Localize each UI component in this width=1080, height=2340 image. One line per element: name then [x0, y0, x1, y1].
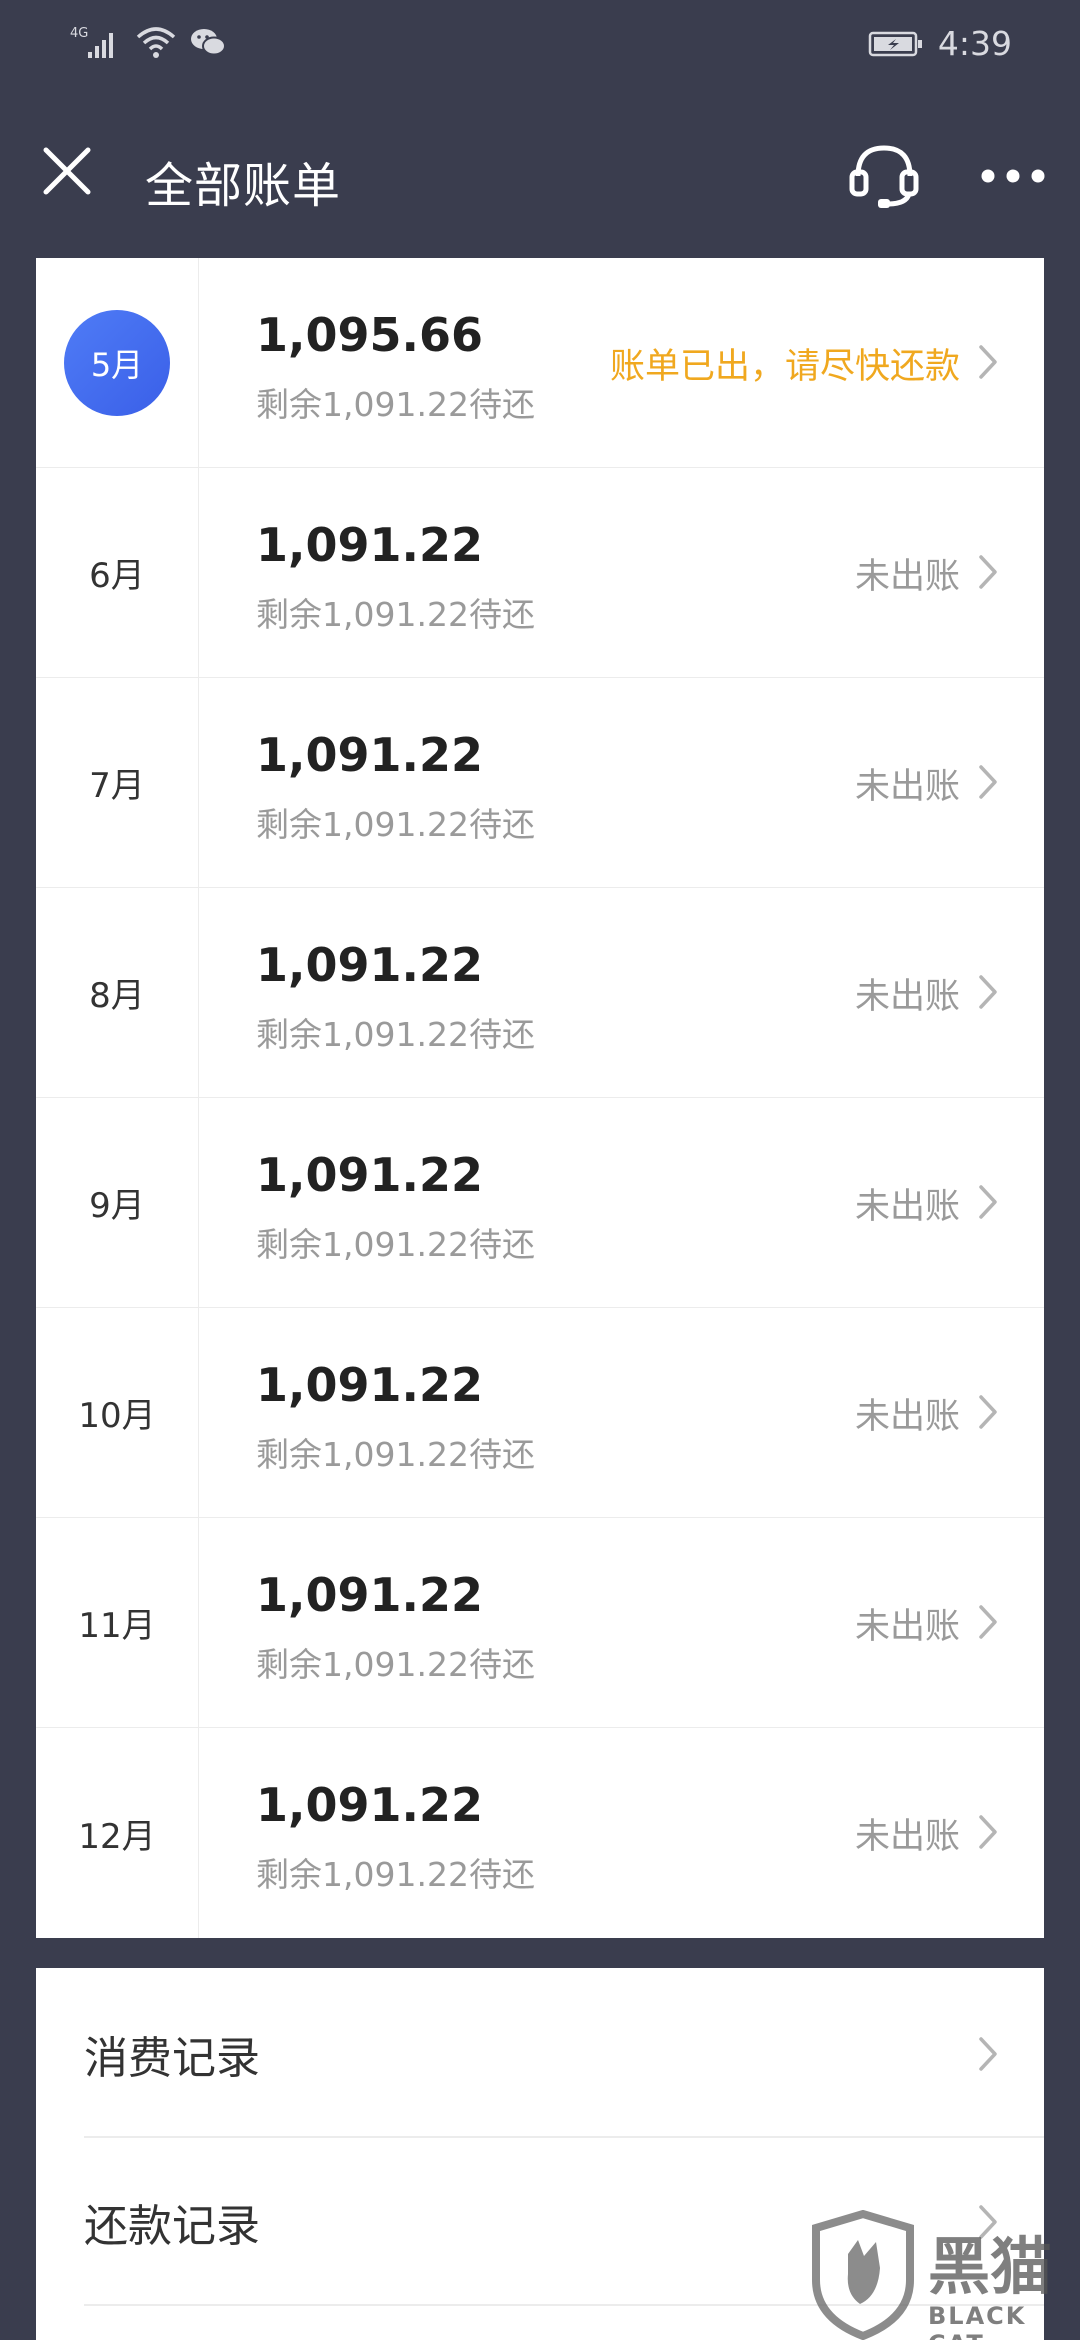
status-bar: 4G 4:39	[0, 0, 1080, 92]
chevron-right-icon	[979, 2037, 997, 2071]
bill-amount: 1,091.22	[256, 1778, 483, 1832]
more-button[interactable]	[980, 168, 1046, 184]
month-cell: 6月	[36, 468, 199, 677]
more-icon	[981, 169, 1045, 183]
wechat-icon	[190, 27, 226, 57]
headset-icon	[849, 145, 919, 208]
bill-remaining: 剩余1,091.22待还	[256, 595, 535, 634]
month-cell: 9月	[36, 1098, 199, 1307]
bill-remaining: 剩余1,091.22待还	[256, 1855, 535, 1894]
month-label: 10月	[78, 1396, 156, 1436]
watermark-text: 黑猫	[928, 2230, 1053, 2303]
bill-remaining: 剩余1,091.22待还	[256, 1225, 535, 1264]
bill-row[interactable]: 7月 1,091.22 剩余1,091.22待还 未出账	[36, 678, 1044, 888]
screen: 4G 4:39 全部账单 5月 1,095.66 剩余1,091.22待还 账单…	[0, 0, 1080, 2340]
bill-amount: 1,091.22	[256, 728, 483, 782]
chevron-right-icon	[979, 1605, 997, 1639]
nav-bar: 全部账单	[0, 110, 1080, 240]
bill-status: 未出账	[854, 1187, 960, 1227]
bill-row[interactable]: 12月 1,091.22 剩余1,091.22待还 未出账	[36, 1728, 1044, 1938]
chevron-right-icon	[979, 765, 997, 799]
record-label: 消费记录	[84, 2033, 260, 2084]
bill-row[interactable]: 5月 1,095.66 剩余1,091.22待还 账单已出，请尽快还款	[36, 258, 1044, 468]
customer-service-button[interactable]	[848, 138, 920, 210]
bill-status: 未出账	[854, 1607, 960, 1647]
watermark-subtext: BLACK CAT	[928, 2302, 1027, 2340]
chevron-right-icon	[979, 1395, 997, 1429]
bill-row[interactable]: 6月 1,091.22 剩余1,091.22待还 未出账	[36, 468, 1044, 678]
month-cell: 11月	[36, 1518, 199, 1727]
shield-cat-icon	[812, 2209, 914, 2340]
bill-amount: 1,091.22	[256, 1568, 483, 1622]
chevron-right-icon	[979, 975, 997, 1009]
bill-remaining: 剩余1,091.22待还	[256, 1645, 535, 1684]
month-cell: 10月	[36, 1308, 199, 1517]
month-cell: 8月	[36, 888, 199, 1097]
bill-row[interactable]: 8月 1,091.22 剩余1,091.22待还 未出账	[36, 888, 1044, 1098]
bills-list: 5月 1,095.66 剩余1,091.22待还 账单已出，请尽快还款 6月 1…	[36, 258, 1044, 1938]
month-label: 7月	[89, 766, 145, 806]
month-label: 8月	[89, 976, 145, 1016]
status-left: 4G	[70, 24, 226, 60]
chevron-right-icon	[979, 345, 997, 379]
month-cell: 7月	[36, 678, 199, 887]
month-label: 12月	[78, 1816, 156, 1857]
bill-remaining: 剩余1,091.22待还	[256, 1015, 535, 1054]
current-month-badge: 5月	[64, 309, 170, 416]
bill-status: 未出账	[854, 1817, 960, 1857]
close-button[interactable]	[40, 144, 94, 198]
close-icon	[43, 147, 91, 195]
bill-status: 未出账	[854, 557, 960, 597]
bill-remaining: 剩余1,091.22待还	[256, 1435, 535, 1474]
bill-remaining: 剩余1,091.22待还	[256, 805, 535, 844]
bill-status: 未出账	[854, 767, 960, 807]
bill-row[interactable]: 9月 1,091.22 剩余1,091.22待还 未出账	[36, 1098, 1044, 1308]
bill-status: 账单已出，请尽快还款	[609, 347, 960, 387]
month-label: 11月	[78, 1606, 156, 1646]
status-right: 4:39	[868, 24, 1012, 63]
bill-row[interactable]: 11月 1,091.22 剩余1,091.22待还 未出账	[36, 1518, 1044, 1728]
bill-status: 未出账	[854, 977, 960, 1017]
wifi-icon	[136, 25, 176, 59]
bill-status: 未出账	[854, 1397, 960, 1437]
network-type-label: 4G	[70, 26, 88, 41]
signal-icon: 4G	[70, 24, 122, 60]
bill-amount: 1,091.22	[256, 1148, 483, 1202]
bill-amount: 1,095.66	[256, 308, 483, 362]
bill-row[interactable]: 10月 1,091.22 剩余1,091.22待还 未出账	[36, 1308, 1044, 1518]
month-label: 9月	[89, 1186, 145, 1226]
record-label: 还款记录	[84, 2201, 260, 2252]
status-time: 4:39	[937, 24, 1012, 63]
month-cell: 5月	[36, 258, 199, 467]
month-label: 6月	[89, 556, 145, 596]
month-cell: 12月	[36, 1728, 199, 1938]
bill-remaining: 剩余1,091.22待还	[256, 385, 535, 424]
bill-amount: 1,091.22	[256, 518, 483, 572]
page-title: 全部账单	[145, 158, 342, 214]
consumption-records-item[interactable]: 消费记录	[36, 1968, 1044, 2136]
chevron-right-icon	[979, 1815, 997, 1849]
chevron-right-icon	[979, 555, 997, 589]
battery-icon	[868, 30, 924, 58]
bill-amount: 1,091.22	[256, 938, 483, 992]
watermark-logo: 黑猫 BLACK CAT	[808, 2209, 1080, 2340]
bill-amount: 1,091.22	[256, 1358, 483, 1412]
chevron-right-icon	[979, 1185, 997, 1219]
